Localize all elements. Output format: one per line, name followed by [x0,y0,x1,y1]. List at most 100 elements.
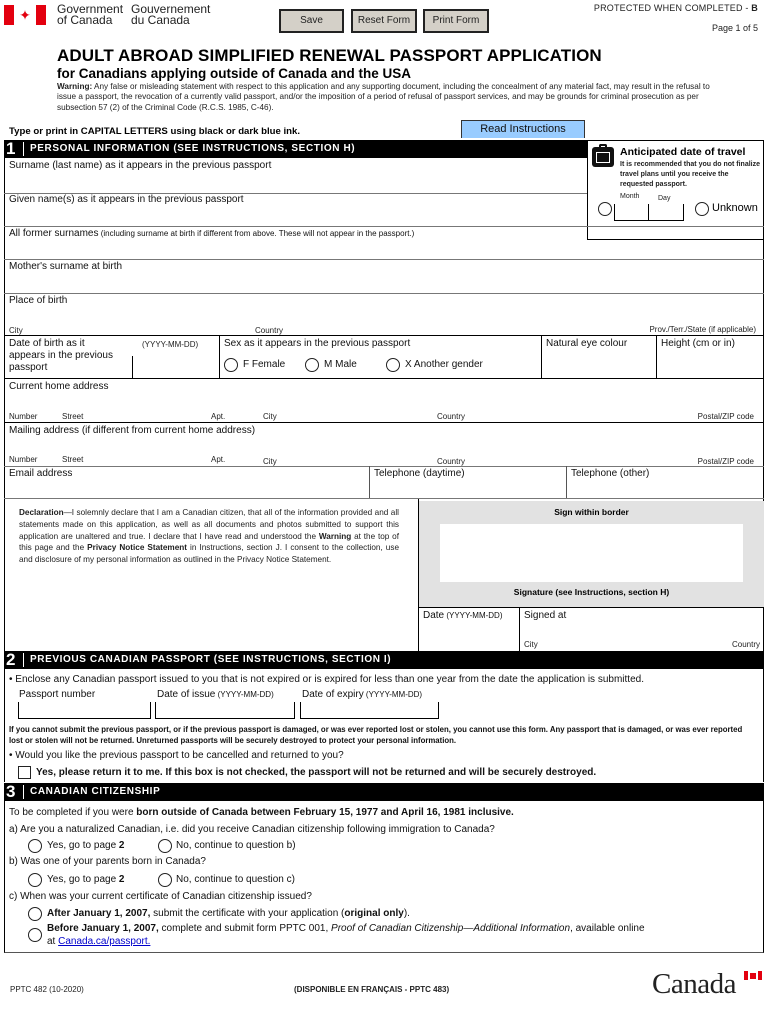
declaration-privacy: Privacy Notice Statement [87,543,187,553]
qa-yes-radio[interactable] [28,839,42,853]
section-1-header: 1 PERSONAL INFORMATION (SEE INSTRUCTIONS… [4,139,587,158]
telephone-daytime-field[interactable] [370,480,565,497]
date-issue-field[interactable] [155,702,295,719]
mail-number-label: Number [9,455,38,464]
qb-no-label: No, continue to question c) [176,874,295,885]
dob-field[interactable] [134,352,218,376]
would-like-returned-question: • Would you like the previous passport t… [9,750,344,761]
travel-day-field[interactable] [649,204,683,220]
sign-date-field[interactable] [419,622,518,650]
surname-label: Surname (last name) as it appears in the… [9,160,272,171]
date-issue-label: Date of issue (YYYY-MM-DD) [157,689,274,700]
place-of-birth-field[interactable] [5,307,763,325]
height-field[interactable] [657,350,763,377]
mother-surname-label: Mother's surname at birth [9,261,123,272]
qb-yes-text: Yes, go to page [47,874,119,885]
protected-label: PROTECTED WHEN COMPLETED - B [594,3,758,13]
qa-no-radio[interactable] [158,839,172,853]
dob-line2: appears in the previous [9,350,113,361]
mother-surname-field[interactable] [5,273,763,293]
page-number: Page 1 of 5 [711,23,758,33]
signed-country-label: Country [731,640,760,649]
government-signature-fr: Gouvernement du Canada [131,3,210,27]
intro-bold: born outside of Canada between February … [136,807,514,818]
form-subtitle: for Canadians applying outside of Canada… [57,66,412,81]
qc-before-label: Before January 1, 2007, complete and sub… [47,923,645,934]
sex-x-radio[interactable] [386,358,400,372]
cannot-submit-warning: If you cannot submit the previous passpo… [9,725,743,745]
dob-format: (YYYY-MM-DD) [142,340,199,349]
sex-x-label: X Another gender [405,359,483,370]
sign-date-title: Date [423,610,445,621]
section-title: CANADIAN CITIZENSHIP [30,786,161,797]
telephone-other-field[interactable] [567,480,763,497]
warning-body: Any false or misleading statement with r… [57,82,710,112]
home-address-field[interactable] [5,393,763,411]
warning-label: Warning: [57,82,93,91]
date-expiry-format: (YYYY-MM-DD) [363,690,423,699]
return-passport-checkbox[interactable] [18,766,31,779]
qb-no-radio[interactable] [158,873,172,887]
gov-fr-line2: du Canada [131,13,190,27]
eye-colour-field[interactable] [542,350,655,377]
enclose-passport-note: • Enclose any Canadian passport issued t… [9,674,644,685]
travel-date-radio[interactable] [598,202,612,216]
save-button[interactable]: Save [279,9,344,33]
dob-line1: Date of birth as it [9,338,85,349]
travel-month-field[interactable] [615,204,648,220]
signed-at-label: Signed at [524,610,567,621]
sign-date-format: (YYYY-MM-DD) [444,611,503,620]
given-name-label: Given name(s) as it appears in the previ… [9,194,244,205]
form-id: PPTC 482 (10-2020) [10,985,84,994]
return-passport-label: Yes, please return it to me. If this box… [36,767,597,778]
qb-yes-label: Yes, go to page 2 [47,874,124,885]
section-title: PREVIOUS CANADIAN PASSPORT (SEE INSTRUCT… [30,654,392,665]
travel-unknown-radio[interactable] [695,202,709,216]
before-end: , available online [570,923,645,934]
place-of-birth-label: Place of birth [9,295,68,306]
section-number: 3 [6,782,16,801]
home-street-label: Street [62,412,84,421]
french-availability: (DISPONIBLE EN FRANÇAIS - PPTC 483) [294,985,450,994]
sex-male-radio[interactable] [305,358,319,372]
sex-male-label: M Male [324,359,357,370]
surname-field[interactable] [5,172,585,194]
protected-text: PROTECTED WHEN COMPLETED - [593,3,752,13]
section-2-header: 2 PREVIOUS CANADIAN PASSPORT (SEE INSTRU… [4,650,764,669]
read-instructions-button[interactable]: Read Instructions [461,120,585,138]
qc-after-radio[interactable] [28,907,42,921]
mail-city-label: City [263,457,277,466]
before-text: complete and submit form PPTC 001, [158,923,332,934]
sign-date-label: Date (YYYY-MM-DD) [423,610,503,621]
canada-passport-link[interactable]: Canada.ca/passport. [58,936,150,947]
day-label: Day [658,195,671,202]
passport-number-field[interactable] [18,702,151,719]
reset-form-button[interactable]: Reset Form [351,9,417,33]
home-country-label: Country [437,412,466,421]
travel-note: It is recommended that you do not finali… [620,161,761,188]
given-name-field[interactable] [5,206,585,228]
date-expiry-field[interactable] [300,702,439,719]
passport-number-label: Passport number [19,689,96,700]
declaration-warning: Warning [318,531,352,541]
home-address-label: Current home address [9,381,109,392]
at-text: at [47,936,59,947]
suitcase-icon [592,144,614,167]
print-form-button[interactable]: Print Form [423,9,489,33]
qb-yes-radio[interactable] [28,873,42,887]
former-surnames-field[interactable] [5,240,763,260]
date-issue-title: Date of issue [157,689,216,700]
mailing-address-field[interactable] [5,437,763,455]
qc-after-label: After January 1, 2007, submit the certif… [47,908,410,919]
sex-female-radio[interactable] [224,358,238,372]
type-print-instruction: Type or print in CAPITAL LETTERS using b… [9,126,301,137]
after-text: submit the certificate with your applica… [150,908,345,919]
section-number: 2 [6,650,16,669]
signed-at-field[interactable] [520,622,763,638]
email-field[interactable] [5,480,368,497]
qc-before-radio[interactable] [28,928,42,942]
qa-yes-text: Yes, go to page [47,840,119,851]
signature-field[interactable] [440,524,743,582]
home-postal-label: Postal/ZIP code [697,412,754,421]
travel-date-box: Anticipated date of travel It is recomme… [587,140,764,240]
